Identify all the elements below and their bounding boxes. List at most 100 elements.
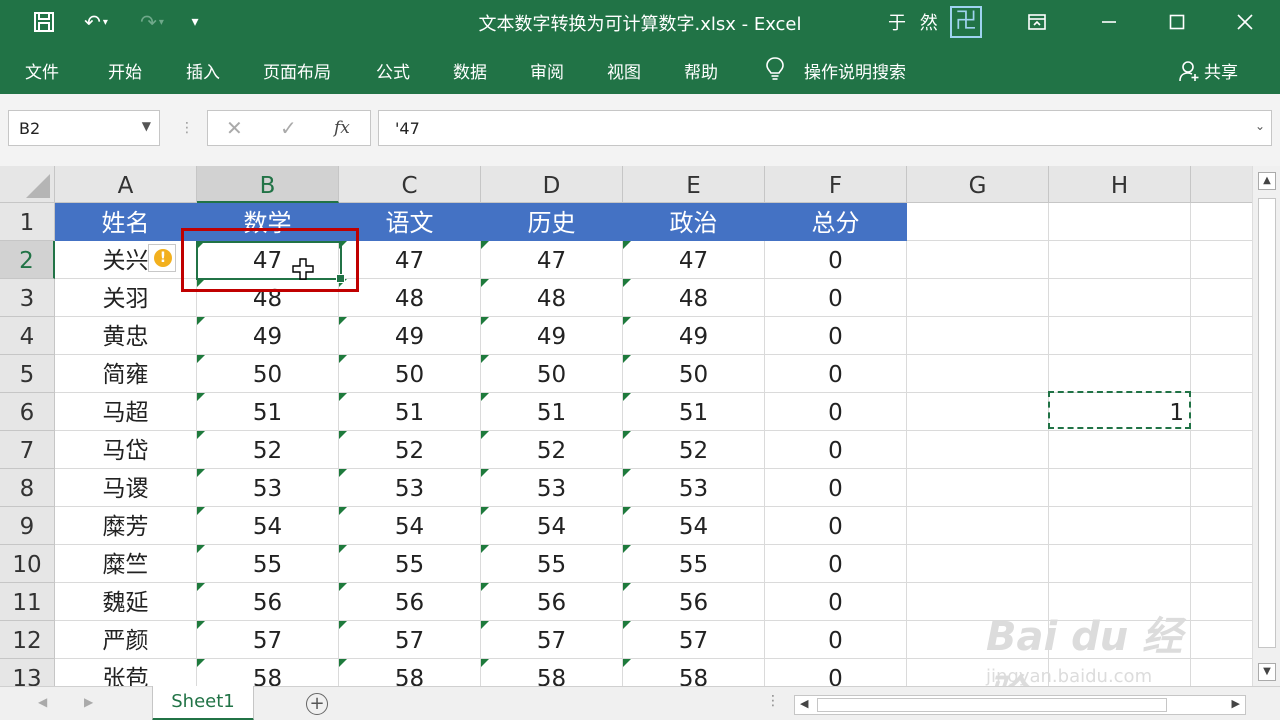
empty-cell[interactable]	[1049, 659, 1191, 686]
column-header-a[interactable]: A	[55, 166, 197, 203]
score-cell[interactable]: 54	[481, 507, 623, 545]
empty-cell[interactable]	[1049, 279, 1191, 317]
tab-page-layout[interactable]: 页面布局	[263, 58, 331, 83]
empty-cell[interactable]	[1191, 507, 1252, 545]
name-cell[interactable]: 魏延	[55, 583, 197, 621]
empty-cell[interactable]	[1049, 355, 1191, 393]
empty-cell[interactable]	[1049, 241, 1191, 279]
score-cell[interactable]: 50	[623, 355, 765, 393]
column-header-e[interactable]: E	[623, 166, 765, 203]
total-cell[interactable]: 0	[765, 545, 907, 583]
row-header[interactable]: 8	[0, 469, 55, 507]
empty-cell[interactable]	[1049, 507, 1191, 545]
close-icon[interactable]	[1228, 8, 1262, 36]
total-cell[interactable]: 0	[765, 431, 907, 469]
total-cell[interactable]: 0	[765, 279, 907, 317]
score-cell[interactable]: 50	[481, 355, 623, 393]
name-cell[interactable]: 严颜	[55, 621, 197, 659]
score-cell[interactable]: 56	[197, 583, 339, 621]
score-cell[interactable]: 52	[197, 431, 339, 469]
total-cell[interactable]: 0	[765, 583, 907, 621]
score-cell[interactable]: 51	[481, 393, 623, 431]
tab-view[interactable]: 视图	[607, 58, 641, 83]
score-cell[interactable]: 54	[623, 507, 765, 545]
score-cell[interactable]: 55	[339, 545, 481, 583]
user-name[interactable]: 于 然	[888, 9, 942, 35]
empty-cell[interactable]	[1191, 355, 1252, 393]
empty-cell[interactable]	[1049, 317, 1191, 355]
score-cell[interactable]: 52	[339, 431, 481, 469]
column-header-g[interactable]: G	[907, 166, 1049, 203]
score-cell[interactable]: 55	[623, 545, 765, 583]
empty-cell[interactable]	[907, 203, 1049, 241]
scroll-right-icon[interactable]: ▶	[1232, 697, 1240, 710]
row-header[interactable]: 2	[0, 241, 55, 279]
row-header[interactable]: 5	[0, 355, 55, 393]
total-cell[interactable]: 0	[765, 355, 907, 393]
empty-cell[interactable]	[907, 659, 1049, 686]
empty-cell[interactable]	[1191, 545, 1252, 583]
empty-cell[interactable]	[1049, 545, 1191, 583]
prev-sheet-icon[interactable]: ◀	[38, 695, 47, 709]
score-cell[interactable]: 58	[623, 659, 765, 686]
score-cell[interactable]: 50	[197, 355, 339, 393]
score-cell[interactable]: 53	[481, 469, 623, 507]
score-cell[interactable]: 56	[481, 583, 623, 621]
tab-data[interactable]: 数据	[453, 58, 487, 83]
worksheet-grid[interactable]: A B C D E F G H 1 2 3 4 5 6 7 8 9 10 11 12 13 姓名 数学 语文 历史 政治 总分 关兴 4…	[0, 166, 1252, 686]
ribbon-display-options-icon[interactable]	[1020, 8, 1054, 36]
cancel-icon[interactable]: ✕	[226, 116, 243, 140]
total-cell[interactable]: 0	[765, 507, 907, 545]
row-header[interactable]: 1	[0, 203, 55, 241]
empty-cell[interactable]	[907, 583, 1049, 621]
total-cell[interactable]: 0	[765, 659, 907, 686]
tell-me-search[interactable]: 操作说明搜索	[804, 58, 906, 83]
tab-help[interactable]: 帮助	[684, 58, 718, 83]
select-all-button[interactable]	[0, 166, 55, 203]
name-cell[interactable]: 张苞	[55, 659, 197, 686]
score-cell[interactable]: 48	[623, 279, 765, 317]
score-cell[interactable]: 50	[339, 355, 481, 393]
vertical-scroll-thumb[interactable]	[1258, 198, 1276, 648]
row-header[interactable]: 6	[0, 393, 55, 431]
score-cell[interactable]: 51	[623, 393, 765, 431]
empty-cell[interactable]	[907, 621, 1049, 659]
column-header-c[interactable]: C	[339, 166, 481, 203]
avatar[interactable]: 卍	[950, 6, 982, 38]
score-cell[interactable]: 49	[623, 317, 765, 355]
row-header[interactable]: 10	[0, 545, 55, 583]
error-warning-button[interactable]: !	[148, 244, 176, 272]
empty-cell[interactable]	[907, 279, 1049, 317]
empty-cell[interactable]	[907, 393, 1049, 431]
score-cell[interactable]: 55	[481, 545, 623, 583]
column-header-b[interactable]: B	[197, 166, 339, 203]
score-cell[interactable]: 51	[197, 393, 339, 431]
empty-cell[interactable]	[1049, 621, 1191, 659]
score-cell[interactable]: 58	[339, 659, 481, 686]
name-cell[interactable]: 黄忠	[55, 317, 197, 355]
empty-cell[interactable]	[1049, 583, 1191, 621]
add-sheet-icon[interactable]: +	[306, 693, 328, 715]
enter-icon[interactable]: ✓	[280, 116, 297, 140]
name-cell[interactable]: 糜竺	[55, 545, 197, 583]
empty-cell[interactable]	[907, 507, 1049, 545]
score-cell[interactable]: 52	[623, 431, 765, 469]
empty-cell[interactable]	[907, 355, 1049, 393]
vertical-scrollbar[interactable]: ▲ ▼	[1252, 166, 1280, 686]
score-cell[interactable]: 47	[339, 241, 481, 279]
tab-home[interactable]: 开始	[108, 58, 142, 83]
next-sheet-icon[interactable]: ▶	[84, 695, 93, 709]
column-header-partial[interactable]	[1191, 166, 1252, 203]
scroll-down-icon[interactable]: ▼	[1258, 663, 1276, 681]
empty-cell[interactable]	[907, 545, 1049, 583]
score-cell[interactable]: 53	[197, 469, 339, 507]
score-cell[interactable]: 57	[197, 621, 339, 659]
share-button[interactable]: 共享	[1178, 58, 1238, 83]
name-cell[interactable]: 糜芳	[55, 507, 197, 545]
score-cell[interactable]: 56	[339, 583, 481, 621]
row-header[interactable]: 13	[0, 659, 55, 686]
tab-review[interactable]: 审阅	[530, 58, 564, 83]
score-cell[interactable]: 52	[481, 431, 623, 469]
name-cell[interactable]: 关羽	[55, 279, 197, 317]
tab-file[interactable]: 文件	[25, 58, 59, 83]
